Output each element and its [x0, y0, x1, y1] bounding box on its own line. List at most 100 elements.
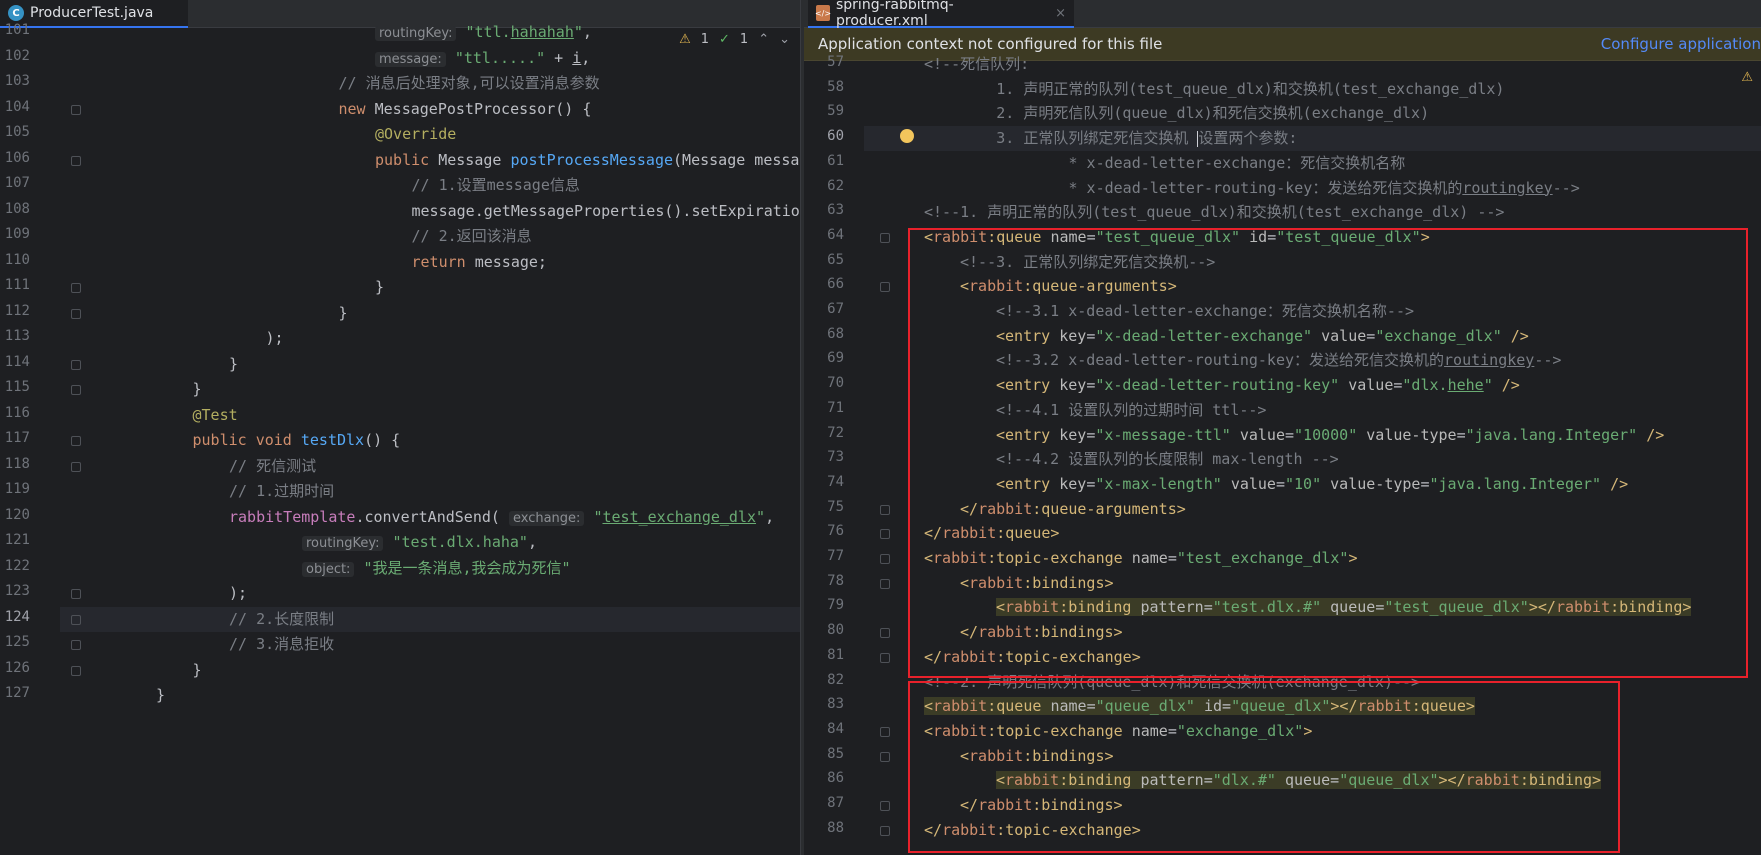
fold-marker[interactable]	[71, 436, 81, 446]
line-number: 71	[827, 399, 844, 416]
fold-marker[interactable]	[880, 578, 890, 589]
code-line[interactable]: public void testDlx() {	[193, 428, 401, 453]
line-number: 85	[827, 745, 844, 762]
fold-marker[interactable]	[880, 801, 890, 811]
tab-spring-rabbitmq-producer[interactable]: </> spring-rabbitmq-producer.xml ×	[808, 0, 1074, 29]
code-line[interactable]: <!--死信队列:	[924, 52, 1029, 77]
code-line[interactable]: routingKey: "test.dlx.haha",	[302, 530, 537, 556]
code-line[interactable]: @Override	[375, 122, 456, 147]
line-number: 72	[827, 424, 844, 441]
line-number: 84	[827, 720, 844, 737]
fold-marker[interactable]	[880, 282, 890, 293]
current-line-highlight	[60, 606, 804, 632]
code-line[interactable]: }	[375, 275, 384, 300]
code-line[interactable]: message: "ttl....." + i,	[375, 46, 590, 72]
fold-marker[interactable]	[880, 825, 890, 836]
close-icon[interactable]: ×	[1055, 6, 1066, 21]
fold-marker[interactable]	[71, 665, 81, 676]
fold-marker[interactable]	[71, 614, 81, 625]
line-number: 112	[4, 302, 30, 319]
line-number: 87	[827, 795, 844, 811]
line-number: 114	[4, 353, 30, 370]
code-line[interactable]: // 1.过期时间	[229, 479, 334, 504]
code-line[interactable]: }	[339, 301, 348, 326]
code-line[interactable]: // 死信测试	[229, 454, 316, 479]
line-number: 102	[4, 47, 30, 64]
chevron-down-icon[interactable]: ⌄	[779, 32, 790, 47]
line-number: 77	[827, 548, 844, 564]
code-line[interactable]: * x-dead-letter-routing-key：发送给死信交换机的rou…	[924, 176, 1579, 201]
banner-message: Application context not configured for t…	[818, 35, 1163, 53]
warning-icon[interactable]: ⚠	[679, 32, 691, 47]
code-line[interactable]: // 3.消息拒收	[229, 632, 334, 657]
code-line[interactable]: 1. 声明正常的队列(test_queue_dlx)和交换机(test_exch…	[924, 77, 1504, 102]
code-line[interactable]: }	[193, 658, 202, 683]
code-line[interactable]: 2. 声明死信队列(queue_dlx)和死信交换机(exchange_dlx)	[924, 101, 1429, 126]
fold-marker[interactable]	[71, 640, 81, 650]
fold-marker[interactable]	[71, 461, 81, 472]
tab-title: ProducerTest.java	[30, 5, 154, 21]
line-number: 109	[4, 226, 30, 242]
line-number: 88	[827, 819, 844, 836]
fold-marker[interactable]	[880, 554, 890, 564]
check-count: 1	[739, 32, 749, 47]
code-line[interactable]: );	[266, 326, 284, 351]
line-number: 110	[4, 251, 30, 268]
fold-marker[interactable]	[71, 283, 81, 293]
fold-marker[interactable]	[880, 628, 890, 639]
code-line[interactable]: rabbitTemplate.convertAndSend( exchange:…	[229, 505, 774, 531]
fold-marker[interactable]	[880, 504, 890, 515]
code-line[interactable]: // 2.长度限制	[229, 607, 334, 632]
fold-marker[interactable]	[880, 529, 890, 540]
fold-marker[interactable]	[71, 308, 81, 319]
line-number: 57	[827, 54, 844, 70]
code-line[interactable]: 3. 正常队列绑定死信交换机 设置两个参数:	[924, 126, 1297, 151]
fold-marker[interactable]	[880, 232, 890, 243]
inspection-widget[interactable]: ⚠ 1 ✓ 1 ⌃ ⌄	[679, 32, 790, 47]
warning-icon[interactable]: ⚠	[1741, 70, 1753, 85]
line-number: 121	[4, 532, 30, 548]
line-number: 105	[4, 124, 30, 140]
code-line[interactable]: * x-dead-letter-exchange：死信交换机名称	[924, 151, 1405, 176]
java-editor-pane[interactable]: C ProducerTest.java ⚠ 1 ✓ 1 ⌃ ⌄ 101 routing…	[0, 0, 804, 855]
code-line[interactable]: routingKey: "ttl.hahahah",	[375, 20, 592, 46]
fold-marker[interactable]	[71, 104, 81, 115]
fold-marker[interactable]	[880, 751, 890, 762]
code-line[interactable]: );	[229, 581, 247, 606]
chevron-up-icon[interactable]: ⌃	[758, 32, 769, 47]
code-line[interactable]: // 消息后处理对象,可以设置消息参数	[339, 71, 600, 96]
code-line[interactable]: object: "我是一条消息,我会成为死信"	[302, 556, 571, 582]
code-line[interactable]: message.getMessageProperties().setExpira…	[412, 199, 805, 224]
line-number: 107	[4, 175, 30, 191]
line-number: 106	[4, 149, 30, 166]
lightbulb-icon[interactable]	[900, 129, 914, 143]
code-line[interactable]: }	[193, 377, 202, 402]
code-line[interactable]: new MessagePostProcessor() {	[339, 97, 592, 122]
code-line[interactable]: return message;	[412, 250, 547, 275]
line-number: 125	[4, 634, 30, 650]
code-line[interactable]: // 2.返回该消息	[412, 224, 532, 249]
fold-marker[interactable]	[880, 726, 890, 737]
xml-editor-pane[interactable]: </> spring-rabbitmq-producer.xml × Appli…	[804, 0, 1761, 855]
line-number: 101	[4, 22, 30, 38]
line-number: 59	[827, 103, 844, 120]
warning-count: 1	[700, 32, 709, 47]
line-number: 73	[827, 449, 844, 466]
line-number: 60	[827, 128, 844, 145]
code-line[interactable]: @Test	[193, 403, 238, 428]
line-number: 80	[827, 622, 844, 639]
code-line[interactable]: <!--1. 声明正常的队列(test_queue_dlx)和交换机(test_…	[924, 200, 1504, 225]
fold-marker[interactable]	[71, 385, 81, 395]
fold-marker[interactable]	[71, 359, 81, 370]
code-line[interactable]: }	[229, 352, 238, 377]
line-number: 63	[827, 202, 844, 219]
fold-marker[interactable]	[71, 155, 81, 166]
code-line[interactable]: public Message postProcessMessage(Messag…	[375, 148, 804, 173]
fold-marker[interactable]	[71, 589, 81, 599]
fold-marker[interactable]	[880, 652, 890, 663]
code-line[interactable]: // 1.设置message信息	[412, 173, 580, 198]
configure-application-link[interactable]: Configure application	[1601, 35, 1761, 53]
line-number: 126	[4, 659, 30, 676]
check-icon[interactable]: ✓	[719, 32, 730, 47]
code-line[interactable]: }	[156, 683, 165, 708]
